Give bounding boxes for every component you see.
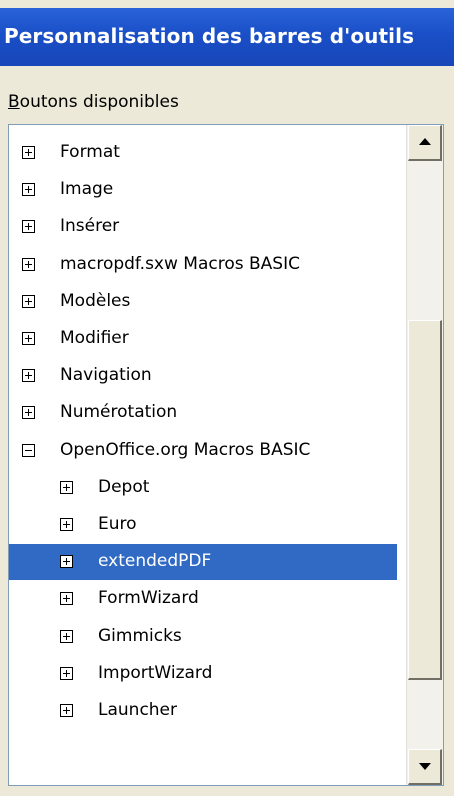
- tree-item[interactable]: Numérotation: [9, 395, 397, 431]
- plus-box-icon[interactable]: [60, 480, 73, 494]
- tree-item[interactable]: ImportWizard: [9, 656, 397, 692]
- tree-item-label: Image: [60, 179, 114, 200]
- scroll-down-arrow-icon: [419, 763, 431, 770]
- tree-item[interactable]: extendedPDF: [9, 544, 397, 581]
- scroll-up-arrow-icon: [419, 138, 431, 145]
- plus-box-icon[interactable]: [22, 183, 35, 197]
- tree-item[interactable]: Navigation: [9, 358, 397, 394]
- tree-item[interactable]: Depot: [9, 470, 397, 506]
- tree-item-label: Modifier: [60, 328, 129, 348]
- tree-item-label: Insérer: [60, 216, 120, 237]
- plus-box-icon[interactable]: [60, 518, 73, 531]
- tree-item[interactable]: FormWizard: [9, 581, 397, 617]
- available-buttons-tree[interactable]: Format Image Insérer macropdf.sxw Macros BA…: [8, 124, 444, 786]
- plus-box-icon[interactable]: [60, 555, 73, 569]
- tree-item-label: Depot: [98, 476, 150, 497]
- label-text: outons disponibles: [19, 92, 179, 112]
- tree-item-label: Modèles: [60, 290, 131, 311]
- tree-item[interactable]: Launcher: [9, 693, 397, 729]
- plus-box-icon[interactable]: [60, 592, 73, 606]
- tree-item-label: Gimmicks: [98, 625, 182, 646]
- tree-item-label: Navigation: [60, 365, 152, 386]
- vertical-scrollbar[interactable]: [406, 125, 443, 785]
- tree-item-label: extendedPDF: [98, 551, 212, 572]
- tree-item-label: Euro: [98, 514, 137, 534]
- tree-item-label: ImportWizard: [98, 662, 213, 683]
- dialog-titlebar: Personnalisation des barres d'outils: [0, 0, 454, 86]
- tree-item-label: Numérotation: [60, 402, 178, 423]
- tree-item[interactable]: Modifier: [9, 321, 397, 357]
- plus-box-icon[interactable]: [22, 294, 35, 308]
- tree-item[interactable]: Modèles: [9, 284, 397, 320]
- tree-item[interactable]: Format: [9, 135, 397, 171]
- tree-item[interactable]: Euro: [9, 507, 397, 543]
- tree-item[interactable]: macropdf.sxw Macros BASIC: [9, 247, 397, 283]
- tree-item-label: FormWizard: [98, 588, 199, 609]
- plus-box-icon[interactable]: [60, 629, 73, 643]
- tree-item[interactable]: Gimmicks: [9, 619, 397, 655]
- tree-item[interactable]: OpenOffice.org Macros BASIC: [9, 433, 397, 469]
- plus-box-icon[interactable]: [22, 332, 35, 345]
- tree-item-label: Format: [60, 142, 120, 162]
- tree-item-label: OpenOffice.org Macros BASIC: [60, 439, 311, 460]
- plus-box-icon[interactable]: [22, 146, 35, 159]
- plus-box-icon[interactable]: [22, 257, 35, 271]
- scroll-up-button[interactable]: [408, 125, 442, 161]
- scrollbar-thumb[interactable]: [408, 320, 442, 680]
- available-buttons-label: Boutons disponibles: [8, 92, 179, 112]
- scroll-down-button[interactable]: [408, 749, 442, 785]
- plus-box-icon[interactable]: [22, 220, 35, 234]
- minus-box-icon[interactable]: [22, 443, 35, 457]
- tree-item[interactable]: Insérer: [9, 209, 397, 245]
- label-accelerator: B: [8, 92, 20, 112]
- plus-box-icon[interactable]: [60, 704, 73, 717]
- tree-item-label: macropdf.sxw Macros BASIC: [60, 253, 300, 274]
- plus-box-icon[interactable]: [60, 666, 73, 680]
- tree-item[interactable]: Image: [9, 172, 397, 208]
- tree-item-label: Launcher: [98, 700, 178, 720]
- plus-box-icon[interactable]: [22, 369, 35, 383]
- dialog-title: Personnalisation des barres d'outils: [4, 24, 415, 48]
- plus-box-icon[interactable]: [22, 406, 35, 420]
